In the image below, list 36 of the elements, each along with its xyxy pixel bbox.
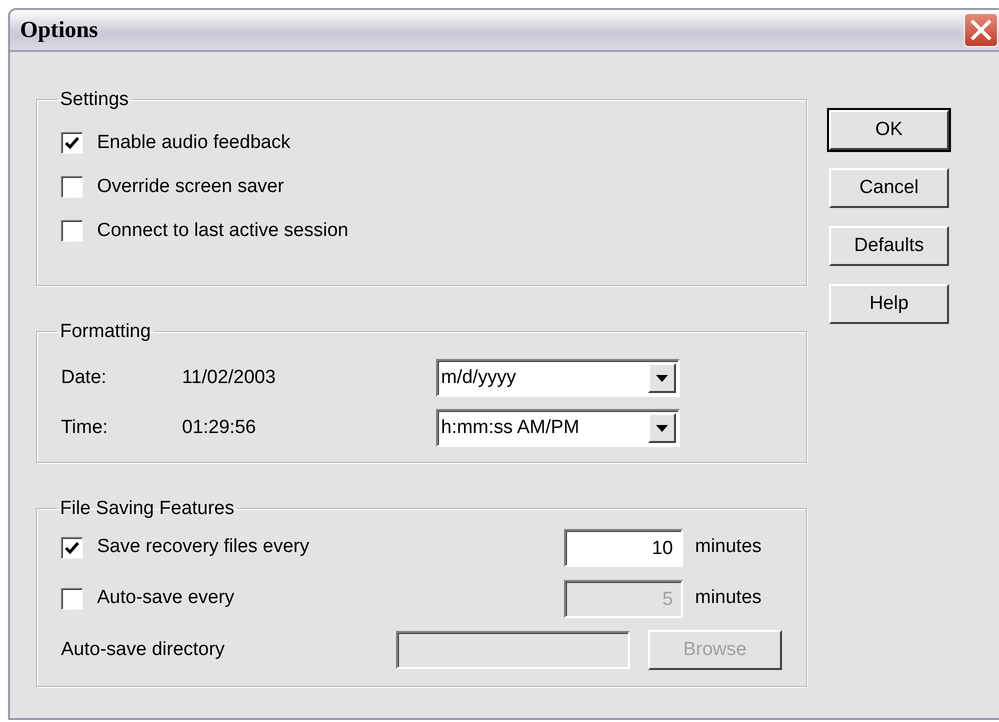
field-value: 11/02/2003	[182, 366, 277, 390]
dialog-button[interactable]: OK	[829, 110, 949, 150]
minutes-field: 5	[564, 580, 683, 618]
dialog-button[interactable]: Cancel	[829, 168, 949, 208]
checkbox-label: Save recovery files every	[97, 535, 310, 560]
unit-label: minutes	[695, 586, 762, 610]
checkbox-label: Override screen saver	[97, 174, 284, 199]
format-dropdown[interactable]: m/d/yyyy	[436, 359, 680, 397]
format-dropdown[interactable]: h:mm:ss AM/PM	[436, 409, 680, 447]
field-label: Date:	[61, 366, 108, 390]
caret-icon	[656, 424, 668, 432]
close-icon	[970, 19, 992, 41]
check-icon	[65, 136, 79, 150]
checkbox[interactable]	[61, 132, 83, 154]
group-title: Settings	[59, 90, 130, 109]
group-title: File Saving Features	[59, 499, 236, 518]
field-label: Auto-save directory	[61, 638, 226, 662]
checkbox[interactable]	[61, 176, 83, 198]
checkbox-label: Connect to last active session	[97, 218, 348, 243]
dialog-button[interactable]: Help	[829, 284, 949, 324]
minutes-field[interactable]: 10	[564, 528, 683, 566]
dialog-button[interactable]: Defaults	[829, 226, 949, 266]
checkbox[interactable]	[61, 536, 83, 558]
close-button[interactable]	[964, 13, 998, 47]
field-label: Time:	[61, 416, 109, 440]
group-title: Formatting	[59, 322, 152, 341]
caret-icon	[656, 374, 668, 382]
check-icon	[65, 540, 79, 554]
checkbox[interactable]	[61, 220, 83, 242]
dropdown-button[interactable]	[648, 413, 676, 443]
window-title: Options	[20, 16, 98, 44]
dropdown-button[interactable]	[648, 363, 676, 393]
field-value: 01:29:56	[182, 416, 257, 440]
checkbox-label: Auto-save every	[97, 586, 236, 610]
unit-label: minutes	[695, 535, 762, 560]
checkbox-label: Enable audio feedback	[97, 130, 290, 155]
